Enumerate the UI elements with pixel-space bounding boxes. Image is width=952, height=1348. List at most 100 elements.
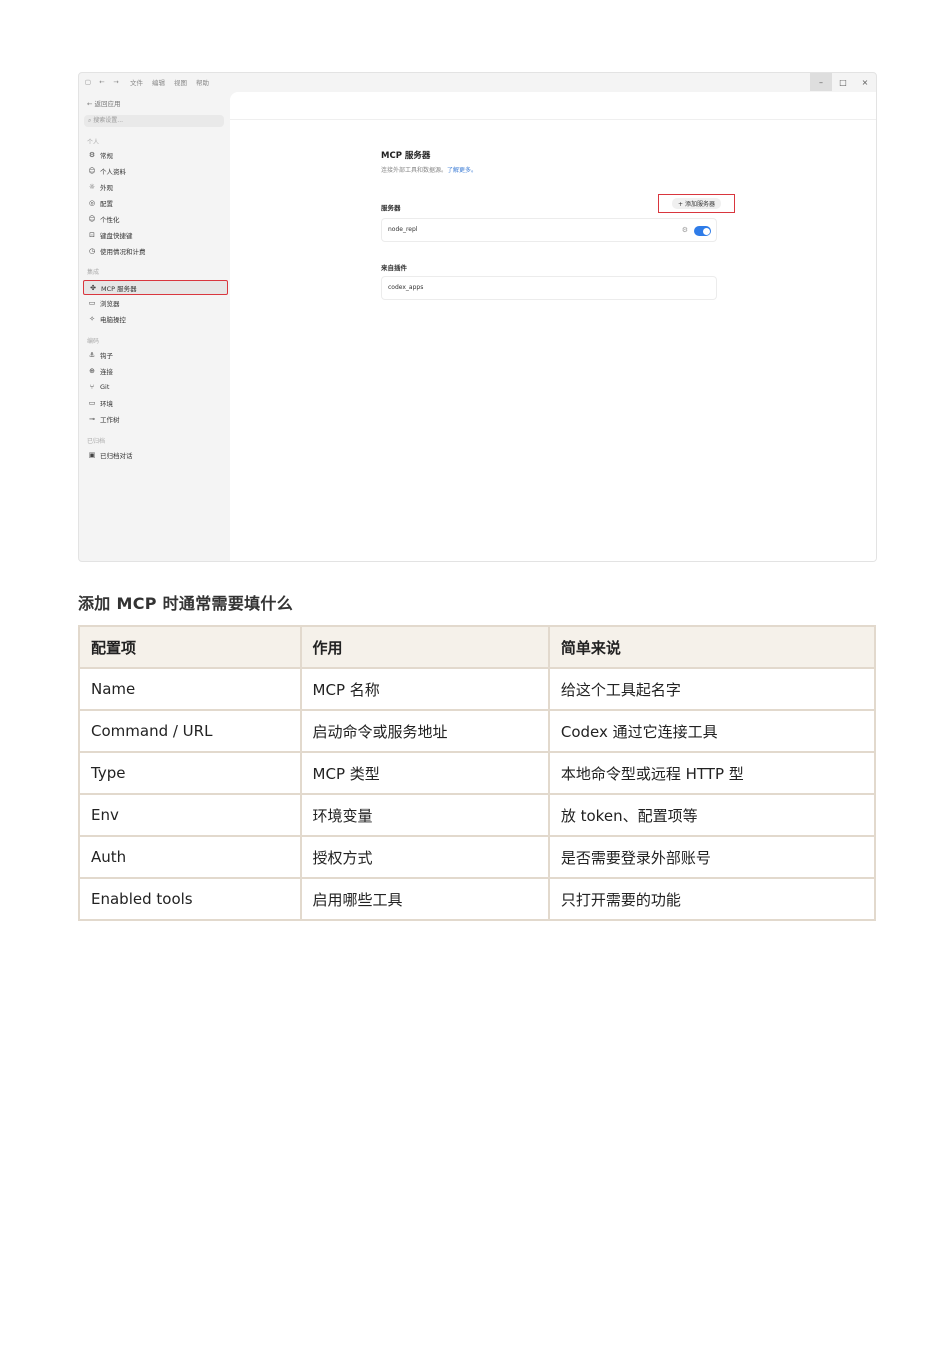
add-server-button[interactable]: + 添加服务器 bbox=[658, 194, 735, 213]
browser-icon: ▭ bbox=[88, 299, 96, 307]
sidebar-item-connections[interactable]: ⊕ 连接 bbox=[87, 365, 225, 377]
cell-config-item: Auth bbox=[78, 835, 302, 879]
back-arrow-icon[interactable]: ← bbox=[97, 78, 107, 86]
sidebar-item-label: 电脑操控 bbox=[100, 316, 126, 324]
cell-explanation: 是否需要登录外部账号 bbox=[547, 835, 877, 879]
sidebar-item-worktree[interactable]: ⊸ 工作树 bbox=[87, 413, 225, 425]
table-row: Auth 授权方式 是否需要登录外部账号 bbox=[78, 835, 877, 879]
sidebar-item-usage[interactable]: ◷ 使用情况和计费 bbox=[87, 245, 225, 257]
cell-config-item: Command / URL bbox=[78, 709, 302, 753]
sidebar-item-environment[interactable]: ▭ 环境 bbox=[87, 397, 225, 409]
maximize-button[interactable]: □ bbox=[832, 73, 854, 91]
sidebar-toggle-icon[interactable]: ▢ bbox=[83, 78, 93, 86]
gauge-icon: ◷ bbox=[88, 247, 96, 255]
sidebar-item-profile[interactable]: ☺ 个人资料 bbox=[87, 165, 225, 177]
smile-icon: ☺ bbox=[88, 215, 96, 223]
settings-content: MCP 服务器 连接外部工具和数据源。了解更多。 服务器 + 添加服务器 nod… bbox=[230, 92, 876, 561]
cell-config-item: Name bbox=[78, 667, 302, 711]
archive-icon: ▣ bbox=[88, 451, 96, 459]
settings-screenshot: ▢ ← → 文件 编辑 视图 帮助 – □ × ← 返回应用 ⌕ 搜索设置...… bbox=[78, 72, 877, 562]
anchor-icon: ⚓ bbox=[88, 351, 96, 359]
gear-icon[interactable]: ⚙ bbox=[682, 219, 688, 241]
sidebar-item-hooks[interactable]: ⚓ 钩子 bbox=[87, 349, 225, 361]
header-config-item: 配置项 bbox=[78, 625, 302, 669]
section-integrations: 集成 bbox=[87, 269, 100, 276]
settings-sidebar: ← 返回应用 ⌕ 搜索设置... 个人 ⚙ 常规 ☺ 个人资料 ☼ 外观 ◎ 配置 ☺ 个… bbox=[79, 91, 229, 561]
sidebar-item-label: 环境 bbox=[100, 400, 113, 408]
section-coding: 编码 bbox=[87, 338, 100, 345]
sidebar-item-browser[interactable]: ▭ 浏览器 bbox=[87, 297, 225, 309]
cell-purpose: 授权方式 bbox=[299, 835, 550, 879]
cell-config-item: Type bbox=[78, 751, 302, 795]
cell-purpose: MCP 名称 bbox=[299, 667, 550, 711]
sidebar-item-git[interactable]: ⑂ Git bbox=[87, 381, 225, 393]
menu-file[interactable]: 文件 bbox=[130, 77, 143, 87]
sidebar-item-label: 工作树 bbox=[100, 416, 120, 424]
back-arrow-icon: ← bbox=[87, 100, 95, 108]
sidebar-item-config[interactable]: ◎ 配置 bbox=[87, 197, 225, 209]
plugins-label: 来自插件 bbox=[381, 264, 407, 272]
sidebar-item-label: 使用情况和计费 bbox=[100, 248, 146, 256]
sidebar-item-computer-use[interactable]: ✧ 电脑操控 bbox=[87, 313, 225, 325]
cell-purpose: 启用哪些工具 bbox=[299, 877, 550, 921]
header-simple-explanation: 简单来说 bbox=[547, 625, 877, 669]
sidebar-item-label: 常规 bbox=[100, 152, 113, 160]
plugin-name: codex_apps bbox=[388, 284, 424, 291]
page-description: 连接外部工具和数据源。了解更多。 bbox=[381, 165, 477, 174]
cell-explanation: 给这个工具起名字 bbox=[547, 667, 877, 711]
sidebar-item-label: 键盘快捷键 bbox=[100, 232, 133, 240]
close-button[interactable]: × bbox=[854, 73, 876, 91]
sidebar-item-personalization[interactable]: ☺ 个性化 bbox=[87, 213, 225, 225]
settings-search-input[interactable]: ⌕ 搜索设置... bbox=[84, 115, 224, 127]
menu-edit[interactable]: 编辑 bbox=[152, 77, 165, 87]
sidebar-item-label: MCP 服务器 bbox=[101, 284, 137, 293]
content-divider bbox=[230, 119, 876, 120]
table-row: Env 环境变量 放 token、配置项等 bbox=[78, 793, 877, 837]
mcp-config-table: 配置项 作用 简单来说 Name MCP 名称 给这个工具起名字 Command… bbox=[78, 625, 877, 921]
forward-arrow-icon[interactable]: → bbox=[111, 78, 121, 86]
cell-purpose: 环境变量 bbox=[299, 793, 550, 837]
minimize-button[interactable]: – bbox=[810, 73, 832, 91]
sidebar-item-label: 已归档对话 bbox=[100, 452, 133, 460]
servers-label: 服务器 bbox=[381, 204, 401, 212]
table-row: Name MCP 名称 给这个工具起名字 bbox=[78, 667, 877, 711]
sidebar-item-appearance[interactable]: ☼ 外观 bbox=[87, 181, 225, 193]
table-header-row: 配置项 作用 简单来说 bbox=[78, 625, 877, 669]
sun-icon: ☼ bbox=[88, 183, 96, 191]
server-enabled-toggle[interactable] bbox=[694, 226, 711, 236]
menu-view[interactable]: 视图 bbox=[174, 77, 187, 87]
cell-config-item: Env bbox=[78, 793, 302, 837]
sidebar-item-general[interactable]: ⚙ 常规 bbox=[87, 149, 225, 161]
sidebar-item-mcp-servers[interactable]: ✤ MCP 服务器 bbox=[83, 280, 228, 295]
table-row: Enabled tools 启用哪些工具 只打开需要的功能 bbox=[78, 877, 877, 921]
server-row-node-repl[interactable]: node_repl ⚙ bbox=[381, 218, 717, 242]
git-branch-icon: ⑂ bbox=[89, 383, 95, 391]
cell-config-item: Enabled tools bbox=[78, 877, 302, 921]
globe-icon: ⊕ bbox=[89, 367, 95, 375]
config-icon: ◎ bbox=[88, 199, 96, 207]
table-row: Type MCP 类型 本地命令型或远程 HTTP 型 bbox=[78, 751, 877, 795]
sidebar-item-archived-chats[interactable]: ▣ 已归档对话 bbox=[87, 449, 225, 461]
gear-icon: ⚙ bbox=[88, 151, 96, 159]
cell-purpose: 启动命令或服务地址 bbox=[299, 709, 550, 753]
keyboard-icon: ⊡ bbox=[89, 231, 95, 239]
search-placeholder: 搜索设置... bbox=[93, 117, 124, 124]
sidebar-item-label: 个性化 bbox=[100, 216, 120, 224]
section-personal: 个人 bbox=[87, 139, 100, 146]
window-controls: – □ × bbox=[810, 73, 876, 91]
sidebar-item-label: Git bbox=[100, 383, 110, 391]
plugin-row-codex-apps[interactable]: codex_apps bbox=[381, 276, 717, 300]
back-to-app-link[interactable]: ← 返回应用 bbox=[87, 98, 121, 108]
user-icon: ☺ bbox=[88, 167, 96, 175]
menu-help[interactable]: 帮助 bbox=[196, 77, 209, 87]
learn-more-link[interactable]: 了解更多。 bbox=[447, 167, 477, 174]
sidebar-item-label: 外观 bbox=[100, 184, 113, 192]
mcp-icon: ✤ bbox=[90, 283, 96, 292]
sidebar-item-shortcuts[interactable]: ⊡ 键盘快捷键 bbox=[87, 229, 225, 241]
header-purpose: 作用 bbox=[299, 625, 550, 669]
section-heading: 添加 MCP 时通常需要填什么 bbox=[78, 594, 294, 613]
sidebar-item-label: 配置 bbox=[100, 200, 113, 208]
description-text: 连接外部工具和数据源。 bbox=[381, 167, 448, 174]
sidebar-item-label: 钩子 bbox=[100, 352, 113, 360]
cell-explanation: Codex 通过它连接工具 bbox=[547, 709, 877, 753]
